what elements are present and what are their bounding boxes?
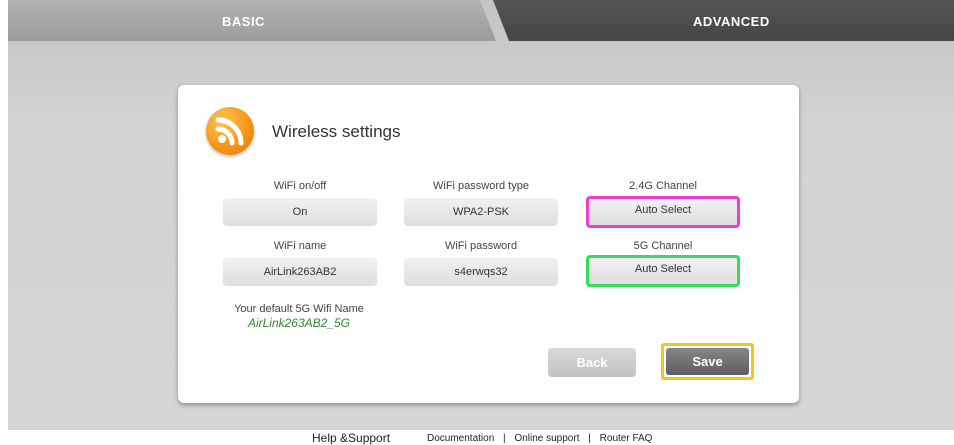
router-faq-link[interactable]: Router FAQ: [600, 433, 653, 444]
tab-basic[interactable]: BASIC: [8, 0, 496, 41]
default-5g-name-value: AirLink263AB2_5G: [247, 316, 351, 330]
wifi-password-type-label: WiFi password type: [433, 180, 529, 192]
footer-separator: |: [503, 433, 506, 444]
wifi-password-type-select[interactable]: WPA2-PSK: [404, 198, 558, 226]
wifi-onoff-label: WiFi on/off: [273, 180, 327, 192]
save-button-highlight[interactable]: Save: [661, 343, 754, 380]
online-support-link[interactable]: Online support: [514, 433, 579, 444]
footer-links: Documentation | Online support | Router …: [427, 433, 652, 444]
wifi-onoff-select[interactable]: On: [223, 198, 377, 226]
wifi-name-label: WiFi name: [273, 240, 327, 252]
channel-24g-label: 2.4G Channel: [629, 180, 697, 192]
channel-24g-select[interactable]: Auto Select: [586, 196, 740, 228]
wifi-name-input[interactable]: AirLink263AB2: [223, 258, 377, 286]
tab-advanced[interactable]: ADVANCED: [493, 0, 954, 41]
panel-title: Wireless settings: [272, 122, 401, 141]
footer-separator: |: [588, 433, 591, 444]
channel-5g-select[interactable]: Auto Select: [586, 255, 740, 287]
wifi-signal-icon: [206, 107, 254, 155]
channel-5g-label: 5G Channel: [633, 240, 693, 252]
documentation-link[interactable]: Documentation: [427, 433, 494, 444]
top-nav-bar: BASIC ADVANCED: [8, 0, 954, 41]
back-button[interactable]: Back: [548, 348, 636, 377]
tab-advanced-label: ADVANCED: [693, 14, 770, 29]
wireless-settings-panel: Wireless settings WiFi on/off On WiFi pa…: [178, 85, 799, 403]
wifi-password-input[interactable]: s4erwqs32: [404, 258, 558, 286]
default-5g-name-label: Your default 5G Wifi Name: [234, 303, 364, 315]
footer: Help &Support Documentation | Online sup…: [0, 431, 954, 445]
save-button[interactable]: Save: [666, 348, 749, 375]
wifi-password-label: WiFi password: [444, 240, 518, 252]
tab-basic-label: BASIC: [222, 14, 265, 29]
footer-help-support: Help &Support: [312, 431, 391, 445]
